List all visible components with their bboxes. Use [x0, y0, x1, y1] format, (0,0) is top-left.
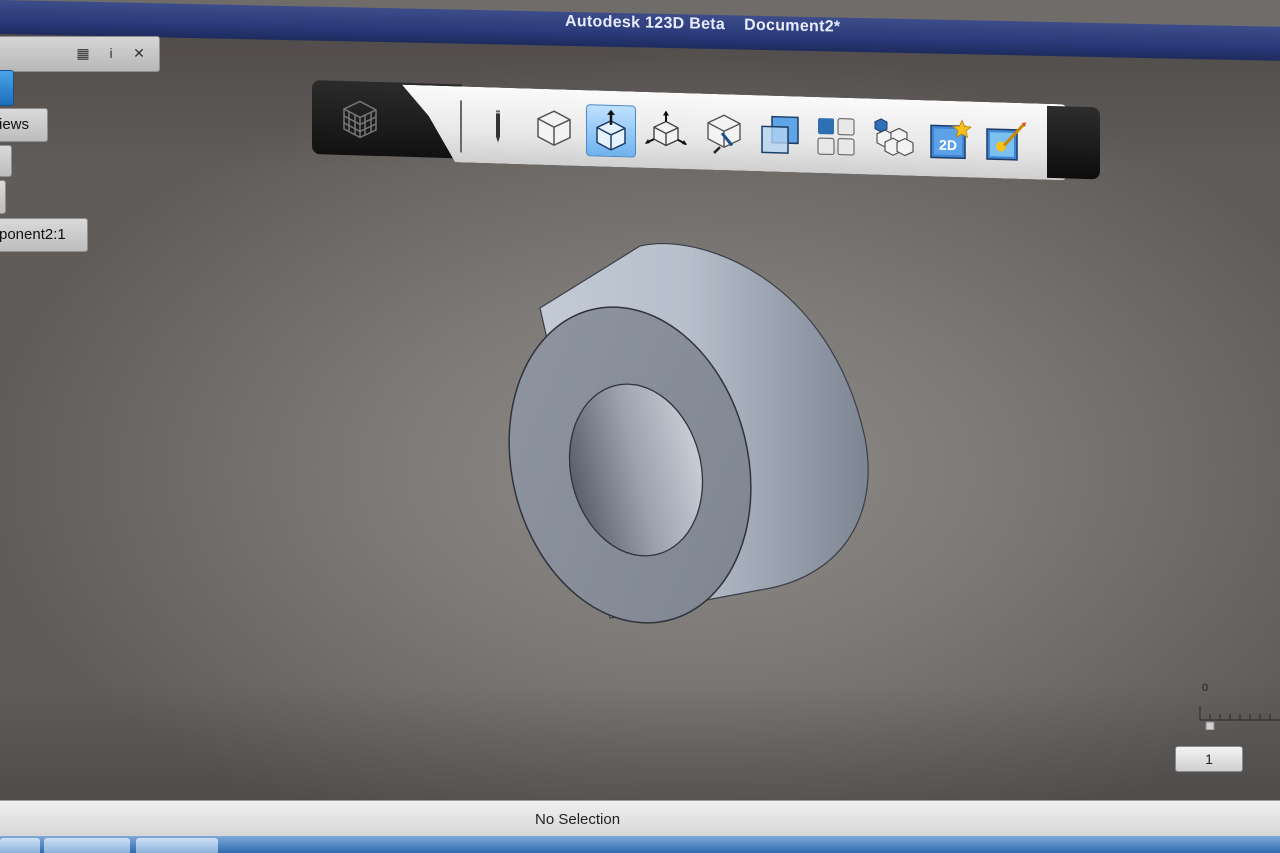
- views-label: iews: [0, 116, 30, 133]
- primitives-icon: [537, 110, 571, 147]
- slider-min-label: 0: [1202, 682, 1209, 694]
- pattern-icon: [707, 114, 741, 154]
- render-button[interactable]: [982, 116, 1030, 167]
- toolbar-end-cap: [1047, 105, 1100, 180]
- sketch-icon: [496, 110, 500, 143]
- grid-icon: [817, 118, 855, 156]
- primitives-button[interactable]: [530, 102, 578, 153]
- views-node[interactable]: iews: [0, 108, 48, 142]
- taskbar-item[interactable]: [0, 838, 40, 853]
- calculator-icon[interactable]: ▦: [75, 45, 91, 61]
- construct-button[interactable]: [586, 104, 636, 158]
- browser-panel-header: ▦ i ✕: [0, 36, 160, 72]
- zoom-slider[interactable]: 0: [1196, 682, 1280, 732]
- render-icon: [986, 122, 1026, 161]
- taskbar: [0, 836, 1280, 853]
- combine-icon: [761, 115, 799, 154]
- 2d-drawing-icon: 2D: [930, 119, 972, 160]
- 2d-drawing-button[interactable]: 2D: [926, 114, 974, 165]
- close-icon[interactable]: ✕: [131, 45, 147, 61]
- tree-node[interactable]: [0, 180, 6, 214]
- grid-button[interactable]: [812, 111, 860, 162]
- component-node[interactable]: ponent2:1: [0, 218, 88, 252]
- status-bar: No Selection: [0, 800, 1280, 837]
- construct-icon: [596, 109, 626, 151]
- slider-ticks: [1199, 706, 1280, 730]
- tree-node[interactable]: [0, 145, 12, 177]
- status-text: No Selection: [535, 811, 621, 828]
- slider-thumb[interactable]: [1205, 721, 1215, 730]
- sketch-button[interactable]: [474, 101, 522, 152]
- window-title: Autodesk 123D Beta Document2*: [565, 12, 841, 36]
- modify-button[interactable]: [642, 106, 690, 157]
- modify-icon: [645, 110, 687, 147]
- app-menu-cube-icon[interactable]: [336, 95, 384, 144]
- 2d-label: 2D: [939, 137, 957, 154]
- toolbar-separator: [460, 100, 462, 153]
- taskbar-item[interactable]: [136, 838, 218, 853]
- taskbar-item[interactable]: [44, 838, 130, 853]
- combine-button[interactable]: [756, 109, 804, 160]
- info-icon[interactable]: i: [103, 45, 119, 61]
- browser-expand-button[interactable]: [0, 70, 14, 106]
- components-button[interactable]: [870, 113, 918, 164]
- slider-value-field[interactable]: 1: [1175, 746, 1243, 772]
- components-icon: [874, 118, 914, 157]
- cylinder-model[interactable]: [500, 238, 880, 638]
- component-label: ponent2:1: [0, 226, 66, 243]
- pattern-button[interactable]: [700, 108, 748, 159]
